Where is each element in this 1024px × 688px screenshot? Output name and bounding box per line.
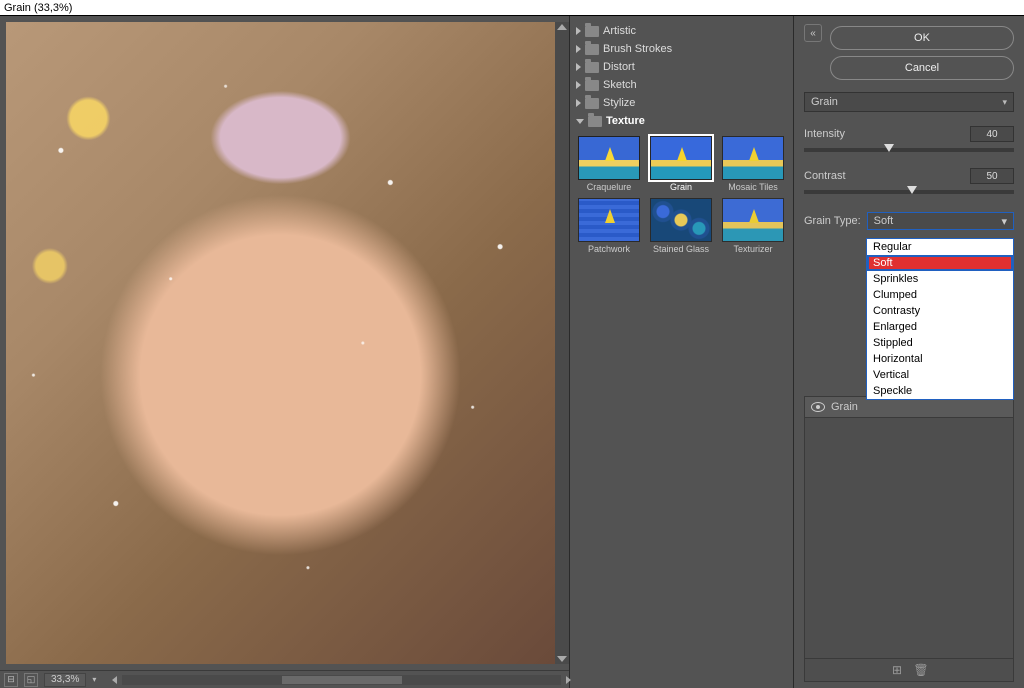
- scroll-left-icon[interactable]: [112, 676, 117, 684]
- category-stylize[interactable]: Stylize: [574, 94, 789, 112]
- preview-footer: ⊟ ◱ 33,3% ▾: [0, 670, 569, 688]
- current-filter-select[interactable]: Grain ▾: [804, 92, 1014, 112]
- grain-type-option-clumped[interactable]: Clumped: [867, 287, 1013, 303]
- grain-type-dropdown-list[interactable]: RegularSoftSprinklesClumpedContrastyEnla…: [866, 238, 1014, 400]
- grain-type-option-stippled[interactable]: Stippled: [867, 335, 1013, 351]
- zoom-fit-button[interactable]: ◱: [24, 673, 38, 687]
- zoom-dropdown-icon[interactable]: ▾: [92, 675, 96, 684]
- delete-effect-layer-button[interactable]: 🗑: [914, 663, 928, 677]
- filter-thumbnail-label: Texturizer: [733, 244, 772, 254]
- folder-icon: [585, 98, 599, 109]
- effect-layer-row[interactable]: Grain: [805, 397, 1013, 418]
- effect-layers-panel: Grain ⊞ 🗑: [804, 396, 1014, 682]
- category-label: Sketch: [603, 79, 637, 91]
- disclosure-triangle-icon: [576, 45, 581, 53]
- filter-thumbnail-image: [650, 198, 712, 242]
- scroll-up-icon[interactable]: [557, 24, 567, 30]
- cancel-button[interactable]: Cancel: [830, 56, 1014, 80]
- filter-thumb-mosaic-tiles[interactable]: Mosaic Tiles: [720, 136, 786, 192]
- filter-thumbnail-label: Mosaic Tiles: [728, 182, 778, 192]
- intensity-label: Intensity: [804, 128, 845, 140]
- filter-thumbnail-image: [578, 136, 640, 180]
- filter-thumbnail-label: Stained Glass: [653, 244, 709, 254]
- filter-thumb-craquelure[interactable]: Craquelure: [576, 136, 642, 192]
- preview-vertical-scrollbar[interactable]: [555, 22, 569, 664]
- preview-pane: ⊟ ◱ 33,3% ▾: [0, 16, 570, 688]
- category-label: Artistic: [603, 25, 636, 37]
- ok-button[interactable]: OK: [830, 26, 1014, 50]
- window-titlebar: Grain (33,3%): [0, 0, 1024, 16]
- filter-thumbnail-image: [722, 136, 784, 180]
- grain-type-option-contrasty[interactable]: Contrasty: [867, 303, 1013, 319]
- category-artistic[interactable]: Artistic: [574, 22, 789, 40]
- visibility-eye-icon[interactable]: [811, 402, 825, 412]
- folder-icon: [588, 116, 602, 127]
- filter-thumb-grain[interactable]: Grain: [648, 136, 714, 192]
- category-sketch[interactable]: Sketch: [574, 76, 789, 94]
- folder-icon: [585, 62, 599, 73]
- folder-icon: [585, 44, 599, 55]
- current-filter-label: Grain: [811, 96, 838, 108]
- filter-thumbnail-label: Patchwork: [588, 244, 630, 254]
- category-label: Distort: [603, 61, 635, 73]
- texture-thumbnails: Craquelure Grain Mosaic Tiles Patchwork Stai…: [574, 130, 789, 256]
- grain-type-option-enlarged[interactable]: Enlarged: [867, 319, 1013, 335]
- disclosure-triangle-icon: [576, 27, 581, 35]
- preview-horizontal-scrollbar[interactable]: [122, 675, 561, 685]
- folder-icon: [585, 26, 599, 37]
- filter-thumbnail-image: [578, 198, 640, 242]
- grain-type-option-sprinkles[interactable]: Sprinkles: [867, 271, 1013, 287]
- chevron-down-icon: ▾: [1002, 97, 1007, 108]
- contrast-input[interactable]: [970, 168, 1014, 184]
- scroll-right-icon[interactable]: [566, 676, 571, 684]
- grain-type-option-soft[interactable]: Soft: [867, 255, 1013, 271]
- grain-type-option-speckle[interactable]: Speckle: [867, 383, 1013, 399]
- filter-thumbnail-image: [722, 198, 784, 242]
- filter-thumbnail-label: Craquelure: [587, 182, 632, 192]
- grain-type-option-horizontal[interactable]: Horizontal: [867, 351, 1013, 367]
- disclosure-triangle-icon: [576, 81, 581, 89]
- zoom-out-button[interactable]: ⊟: [4, 673, 18, 687]
- category-brush-strokes[interactable]: Brush Strokes: [574, 40, 789, 58]
- settings-pane: « OK Cancel Grain ▾ Intensity Contrast G…: [794, 16, 1024, 688]
- effect-layer-name: Grain: [831, 401, 858, 413]
- category-label: Texture: [606, 115, 645, 127]
- grain-type-option-vertical[interactable]: Vertical: [867, 367, 1013, 383]
- category-distort[interactable]: Distort: [574, 58, 789, 76]
- intensity-slider[interactable]: [804, 148, 1014, 152]
- folder-icon: [585, 80, 599, 91]
- intensity-input[interactable]: [970, 126, 1014, 142]
- preview-image[interactable]: [6, 22, 555, 664]
- scroll-down-icon[interactable]: [557, 656, 567, 662]
- filter-thumb-patchwork[interactable]: Patchwork: [576, 198, 642, 254]
- category-texture[interactable]: Texture: [574, 112, 789, 130]
- grain-type-value: Soft: [874, 215, 894, 227]
- collapse-gallery-button[interactable]: «: [804, 24, 822, 42]
- preview-body: [0, 16, 569, 670]
- contrast-label: Contrast: [804, 170, 846, 182]
- disclosure-triangle-icon: [576, 63, 581, 71]
- disclosure-triangle-icon: [576, 119, 584, 124]
- filter-thumbnail-image: [650, 136, 712, 180]
- grain-type-option-regular[interactable]: Regular: [867, 239, 1013, 255]
- new-effect-layer-button[interactable]: ⊞: [890, 663, 904, 677]
- filter-thumbnail-label: Grain: [670, 182, 692, 192]
- filter-gallery-pane: Artistic Brush Strokes Distort Sketch Styliz…: [570, 16, 794, 688]
- grain-type-label: Grain Type:: [804, 215, 861, 227]
- zoom-level-field[interactable]: 33,3%: [44, 673, 86, 687]
- category-label: Brush Strokes: [603, 43, 672, 55]
- workspace: ⊟ ◱ 33,3% ▾ Artistic Brush Strokes Distort…: [0, 16, 1024, 688]
- filter-thumb-texturizer[interactable]: Texturizer: [720, 198, 786, 254]
- grain-type-select[interactable]: Soft ▾: [867, 212, 1014, 230]
- chevron-down-icon: ▾: [1001, 215, 1007, 228]
- contrast-slider[interactable]: [804, 190, 1014, 194]
- disclosure-triangle-icon: [576, 99, 581, 107]
- window-title: Grain (33,3%): [4, 2, 72, 14]
- category-label: Stylize: [603, 97, 635, 109]
- filter-thumb-stained-glass[interactable]: Stained Glass: [648, 198, 714, 254]
